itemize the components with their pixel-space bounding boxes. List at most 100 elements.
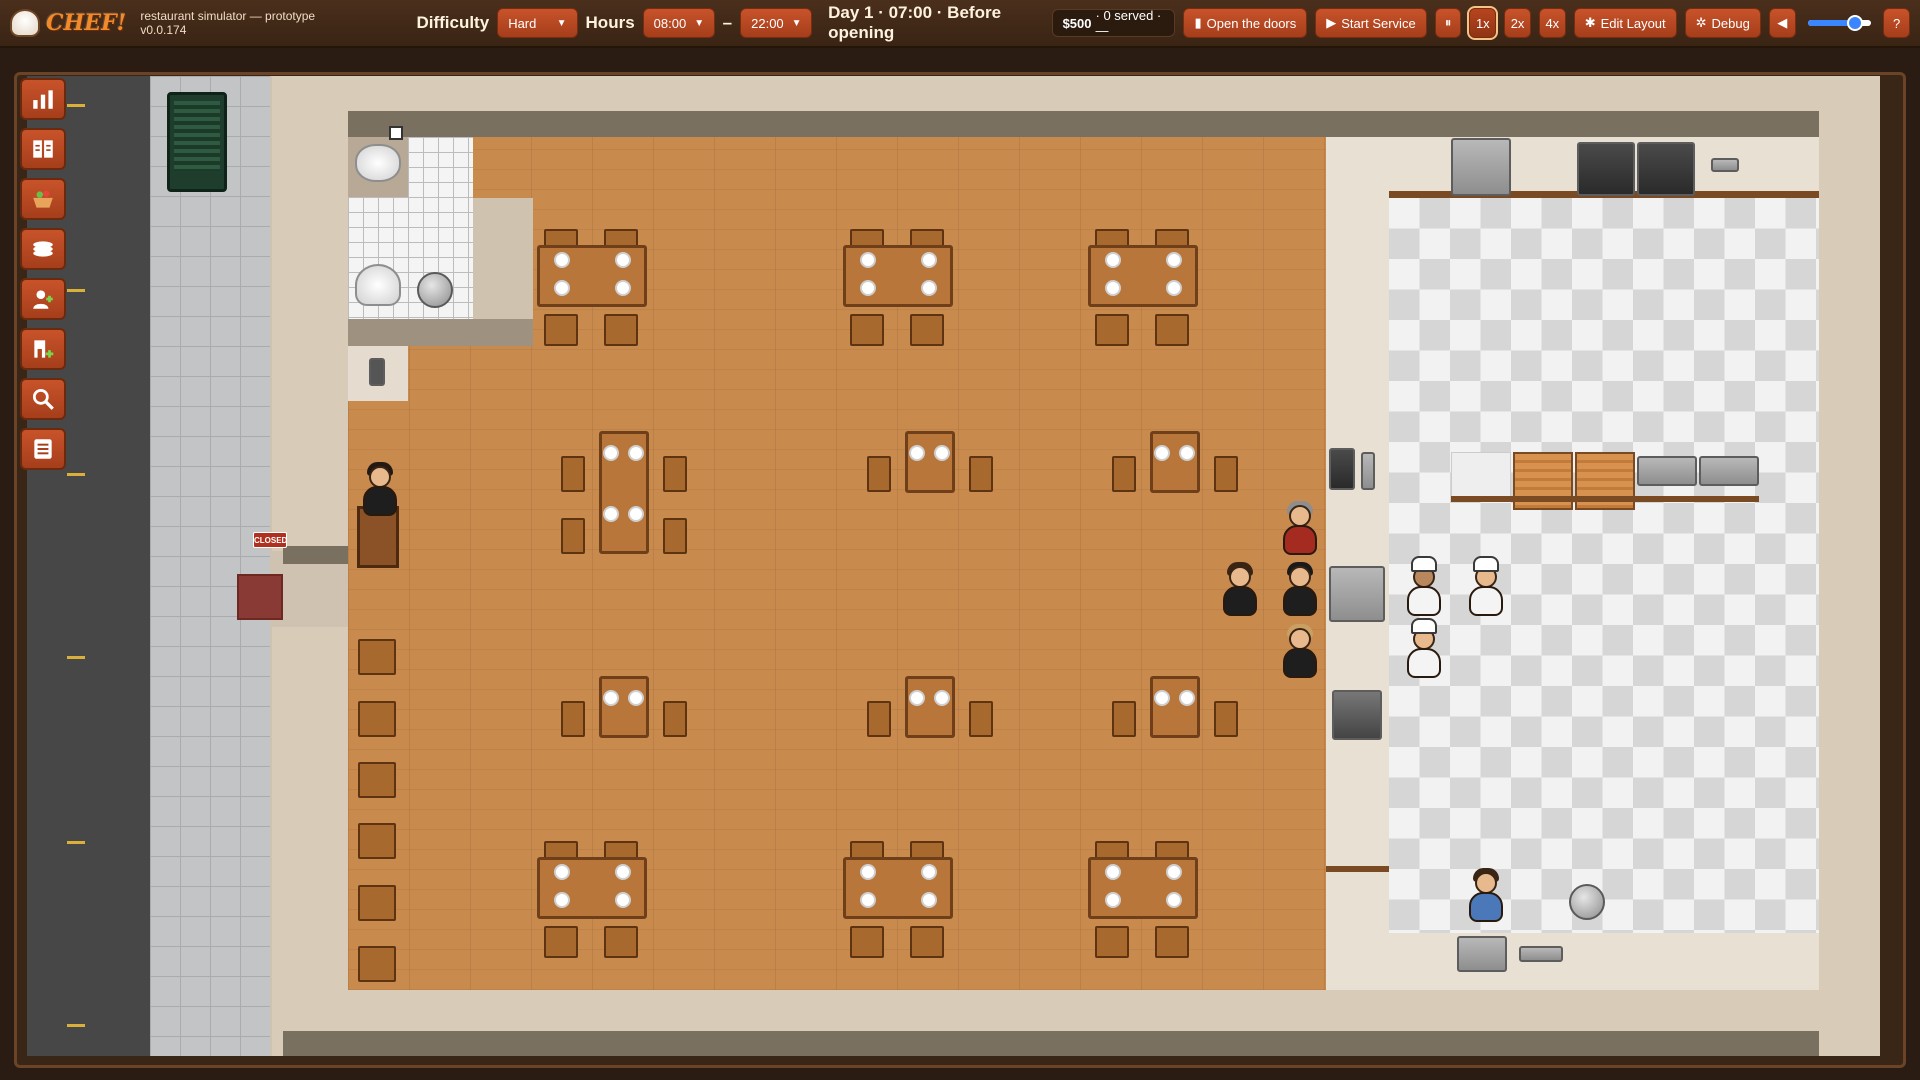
open-doors-button[interactable]: ▮ Open the doors [1183, 8, 1308, 38]
mute-button[interactable]: ◀ [1768, 8, 1796, 38]
host-npc[interactable] [357, 460, 401, 518]
chef-npc[interactable] [1401, 556, 1445, 618]
volume-knob[interactable] [1847, 15, 1864, 31]
waiter-npc[interactable] [1277, 560, 1321, 618]
chair[interactable] [1112, 456, 1136, 492]
knife-rack [1711, 158, 1739, 172]
chair[interactable] [1095, 314, 1129, 346]
dish-sink[interactable] [1457, 936, 1507, 972]
entrance-doormat [237, 574, 283, 620]
chair[interactable] [663, 518, 687, 554]
debug-button[interactable]: ✲ Debug [1684, 8, 1761, 38]
pass-through-window[interactable] [1329, 566, 1385, 622]
dining-table[interactable] [599, 676, 649, 738]
chair[interactable] [867, 701, 891, 737]
chair[interactable] [358, 701, 396, 737]
pause-button[interactable]: ⏸ [1434, 8, 1462, 38]
dining-table[interactable] [905, 431, 955, 493]
drink-machine[interactable] [1329, 448, 1355, 490]
speed-4x-button[interactable]: 4x [1538, 8, 1566, 38]
dining-table[interactable] [537, 857, 647, 919]
bug-icon: ✲ [1695, 15, 1707, 30]
chair[interactable] [561, 518, 585, 554]
waiter-npc[interactable] [1217, 560, 1261, 618]
prep-counter[interactable] [1637, 456, 1697, 486]
dining-table[interactable] [1150, 676, 1200, 738]
chef-npc[interactable] [1463, 556, 1507, 618]
game-canvas[interactable]: CLOSED [27, 76, 1880, 1056]
kitchen-front-counter [1389, 933, 1819, 990]
dining-table[interactable] [843, 245, 953, 307]
dining-table[interactable] [905, 676, 955, 738]
dining-table[interactable] [1088, 245, 1198, 307]
chair[interactable] [1214, 701, 1238, 737]
help-button[interactable]: ? [1883, 8, 1910, 38]
fridge[interactable] [1451, 138, 1511, 196]
left-sidebar [20, 78, 68, 470]
chair[interactable] [544, 926, 578, 958]
inspect-button[interactable] [20, 378, 66, 420]
speed-1x-button[interactable]: 1x [1467, 6, 1499, 40]
dining-table[interactable] [1150, 431, 1200, 493]
orders-list-button[interactable] [20, 428, 66, 470]
dish-bin[interactable] [1332, 690, 1382, 740]
stats-button[interactable] [20, 78, 66, 120]
chair[interactable] [969, 701, 993, 737]
plate [554, 864, 570, 880]
top-toolbar: CHEF! restaurant simulator — prototype v… [0, 0, 1920, 48]
chair[interactable] [1112, 701, 1136, 737]
chair[interactable] [561, 701, 585, 737]
dishwasher-npc[interactable] [1463, 866, 1507, 924]
start-service-button[interactable]: ▶ Start Service [1315, 8, 1427, 38]
close-hour-select[interactable]: 22:00 ▼ [740, 8, 813, 38]
chair[interactable] [561, 456, 585, 492]
chair[interactable] [867, 456, 891, 492]
chair[interactable] [544, 314, 578, 346]
difficulty-select[interactable]: Hard ▼ [497, 8, 578, 38]
chair[interactable] [663, 456, 687, 492]
add-furniture-button[interactable] [20, 328, 66, 370]
hire-staff-button[interactable] [20, 278, 66, 320]
waiter-npc[interactable] [1277, 499, 1321, 557]
prep-counter[interactable] [1699, 456, 1759, 486]
dining-table[interactable] [537, 245, 647, 307]
plate [1105, 280, 1121, 296]
chair[interactable] [1155, 926, 1189, 958]
chair[interactable] [850, 926, 884, 958]
menu-button[interactable] [20, 128, 66, 170]
stock-pot[interactable] [1569, 884, 1605, 920]
chair[interactable] [358, 762, 396, 798]
chair[interactable] [1155, 314, 1189, 346]
chair[interactable] [910, 314, 944, 346]
grill[interactable] [1577, 142, 1635, 196]
chair[interactable] [358, 885, 396, 921]
plate [603, 690, 619, 706]
chair[interactable] [910, 926, 944, 958]
plate-stack[interactable] [1451, 452, 1511, 500]
menu-book-icon [33, 140, 53, 158]
chair[interactable] [969, 456, 993, 492]
chair[interactable] [850, 314, 884, 346]
chair[interactable] [1214, 456, 1238, 492]
chair[interactable] [604, 926, 638, 958]
edit-layout-button[interactable]: ✱ Edit Layout [1573, 8, 1677, 38]
plate [603, 445, 619, 461]
dishes-button[interactable] [20, 228, 66, 270]
chair[interactable] [1095, 926, 1129, 958]
chef-npc[interactable] [1401, 618, 1445, 680]
volume-slider[interactable] [1807, 15, 1872, 31]
help-label: ? [1893, 15, 1901, 31]
chair[interactable] [604, 314, 638, 346]
ingredients-button[interactable] [20, 178, 66, 220]
chair[interactable] [663, 701, 687, 737]
stove[interactable] [1637, 142, 1695, 196]
speed-2x-button[interactable]: 2x [1504, 8, 1531, 38]
dining-table[interactable] [1088, 857, 1198, 919]
dining-table[interactable] [843, 857, 953, 919]
speed-4x-label: 4x [1545, 15, 1560, 31]
chair[interactable] [358, 946, 396, 982]
open-hour-select[interactable]: 08:00 ▼ [642, 8, 715, 38]
chair[interactable] [358, 639, 396, 675]
chair[interactable] [358, 823, 396, 859]
waiter-npc[interactable] [1277, 622, 1321, 680]
